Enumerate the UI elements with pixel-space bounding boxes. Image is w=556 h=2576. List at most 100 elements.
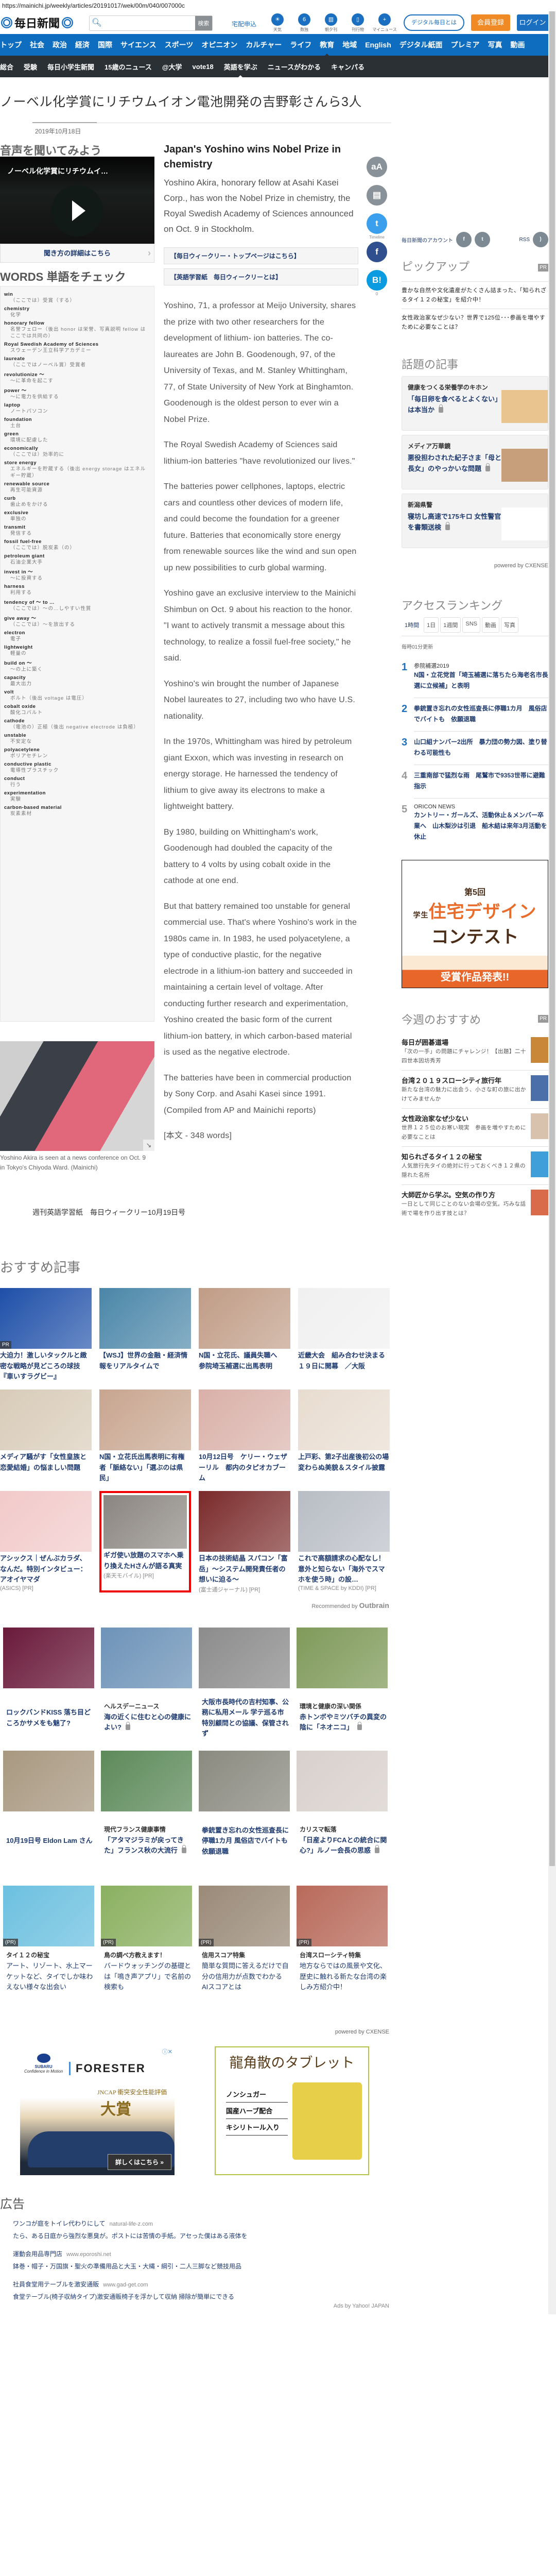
more-article-card[interactable]: 現代フランス健康事情 「アタマジラミが戻ってきた」フランス秋の大流行 [101,1751,192,1886]
font-size-button[interactable]: aA [367,157,387,177]
weekly-item[interactable]: 女性政治家なぜ少ない 世界１２５位のお寒い現実 参画を増やすために必要なことは [402,1108,548,1146]
topic-card[interactable]: メディア万華鏡 悪役担わされた紀子さま「母と長女」のやっかいな問題 [402,435,548,489]
nav-item[interactable]: スポーツ [165,40,194,50]
ranking-tab[interactable]: 1週間 [440,617,461,633]
subnav-item[interactable]: 15歳のニュース [105,62,152,72]
ranking-item[interactable]: 4 三重南部で猛烈な雨 尾鷲市で9353世帯に避難指示 [402,765,548,798]
nav-item[interactable]: 写真 [488,40,502,50]
weekly-item[interactable]: 毎日が囲碁道場 「次の一手」の問題にチャレンジ！【出題】二十四世本因坊秀芳 [402,1032,548,1070]
audio-player[interactable]: ノーベル化学賞にリチウムイ… [0,157,154,244]
logo[interactable]: 毎日新聞 [1,14,74,31]
nav-item[interactable]: オピニオン [201,40,237,50]
scrollbar-thumb[interactable] [549,11,555,1866]
weekly-item[interactable]: 台湾２０１９スローシティ旅行年 新たな台湾の魅力に出会う、小さな町の旅に出かけてみ… [402,1070,548,1108]
outbrain-credit[interactable]: Recommended by Outbrain [288,1601,389,1609]
more-article-card[interactable]: ロックバンドKISS 落ち目どころかサメをも魅了? [3,1628,94,1751]
ryukakusan-ad[interactable]: 龍角散のタブレット ノンシュガー 国産ハーブ配合 キシリトール入り [215,2046,369,2175]
more-article-card[interactable]: (PR) 信用スコア特集 簡単な質問に答えるだけで自分の信用力が点数でわかる AIス… [199,1886,290,2009]
ranking-tab[interactable]: SNS [462,617,480,633]
listening-guide-link[interactable]: 聞き方の詳細はこちら [0,244,154,263]
text-ad-desc[interactable]: 食堂テーブル(椅子収納タイプ)激安通販椅子を浮かして収納 掃除が簡単にできる [13,2291,391,2303]
topic-card[interactable]: 新潟県警 寝坊し高速で175キロ 女性警官を書類送検 [402,494,548,548]
nav-item[interactable]: 地域 [342,40,357,50]
subnav-item[interactable]: キャンパる [331,62,364,72]
twitter-icon[interactable]: t [367,213,387,234]
ads-by-yahoo[interactable]: Ads by Yahoo! JAPAN [288,2303,389,2309]
ad-cta-button[interactable]: 詳しくはこちら » [107,2154,171,2170]
subnav-item[interactable]: 英語を学ぶ [224,62,257,79]
nav-item[interactable]: サイエンス [120,40,157,50]
scrollbar[interactable] [548,11,556,2314]
search-input[interactable] [103,16,195,30]
address-bar[interactable]: https://mainichi.jp/weekly/articles/2019… [0,0,556,11]
contest-banner[interactable]: 第5回 学生住宅デザイン コンテスト 受賞作品発表!! [402,860,548,988]
more-article-card[interactable]: ヘルスデーニュース 海の近くに住むと心の健康によい? [101,1628,192,1751]
recommended-card[interactable]: 【WSJ】世界の金融・経済情報をリアルタイムで [99,1288,191,1389]
more-article-card[interactable]: 環境と健康の深い関係 赤トンボやミツバチの異変の陰に「ネオニコ」 [297,1628,388,1751]
topic-card[interactable]: 健康をつくる栄養学のキホン 「毎日卵を食べるとよくない」は本当か [402,376,548,431]
more-article-card[interactable]: 拳銃置き忘れの女性巡査長に停職1カ月 風俗店でバイトも 依願退職 [199,1751,290,1886]
article-photo[interactable]: ↘ [0,1041,154,1151]
print-icon[interactable]: ▤ [367,185,387,206]
tool-my-news[interactable]: + マイニュース [372,13,397,32]
hatena-bookmark-button[interactable]: B! [367,270,387,291]
text-ad-title[interactable]: ワンコが庭をトイレ代わりにして natural-life-z.com [13,2218,391,2230]
text-ad-title[interactable]: 社員食堂用テーブルを激安通販 www.gad-get.com [13,2279,391,2291]
register-button[interactable]: 会員登録 [471,14,510,31]
expand-icon[interactable]: ↘ [143,1140,154,1151]
nav-item[interactable]: プレミア [451,40,480,50]
recommended-card[interactable]: 上戸彩、第2子出産後初公の場 変わらぬ美貌＆スタイル披露 [298,1389,395,1491]
text-ad-desc[interactable]: 鉢巻・帽子・万国旗・聖火の準備用品と大玉・大縄・綱引・二人三脚など競技用品 [13,2261,391,2273]
nav-item[interactable]: English [365,41,391,49]
recommended-card[interactable]: ギガ使い放題のスマホへ乗り換えたHさんが語る真実 (楽天モバイル) [PR] [99,1491,191,1592]
ranking-tab[interactable]: 1時間 [402,617,422,633]
twitter-icon[interactable]: t [475,232,490,247]
recommended-card[interactable]: 10月12日号 ケリー・ウェザーリル 都内のタピオカブーム [199,1389,290,1491]
recommended-card[interactable]: これで高額請求の心配なし！意外と知らない「海外でスマホを使う時」の設… (TIME… [298,1491,390,1592]
search-button[interactable]: 検索 [195,16,212,30]
recommended-card[interactable]: 日本の技術結晶 スパコン「富岳」～システム開発責任者の想いに迫る～ (富士通ジャー… [199,1491,290,1593]
digital-mainichi-button[interactable]: デジタル毎日とは [404,14,464,31]
ranking-tab[interactable]: 1日 [424,617,439,633]
nav-item[interactable]: 国際 [98,40,112,50]
ranking-item[interactable]: 1 参院補選2019 N国・立花党首「埼玉補選に落ちたら海老名市長選に立候補」と表明 [402,656,548,698]
weekly-top-link[interactable]: 【毎日ウィークリー・トップページはこちら】 [164,247,358,264]
tool-newspaper[interactable]: ▥ 朝夕刊 [321,13,341,32]
nav-item[interactable]: 社会 [30,40,44,50]
rss-label[interactable]: RSS [519,237,530,243]
ranking-tab[interactable]: 動画 [482,617,499,633]
subnav-item[interactable]: vote18 [193,63,214,71]
nav-item[interactable]: カルチャー [246,40,282,50]
nav-item[interactable]: デジタル紙面 [399,40,443,50]
facebook-icon[interactable]: f [456,232,472,247]
tool-weather[interactable]: ☀ 天気 [268,13,287,32]
facebook-icon[interactable]: f [367,242,387,262]
play-icon[interactable] [51,185,103,236]
login-button[interactable]: ログイン [517,14,548,31]
tool-sudoku[interactable]: 6 数独 [294,13,314,32]
nav-item[interactable]: ライフ [290,40,311,50]
ranking-item[interactable]: 2 拳銃置き忘れの女性巡査長に停職1カ月 風俗店でバイトも 依願退職 [402,698,548,731]
more-article-card[interactable]: (PR) 鳥の調べ方教えます！ バードウォッチングの基礎とは「鳴き声アプリ」で名前の… [101,1886,192,2009]
ranking-tab[interactable]: 写真 [501,617,518,633]
ranking-item[interactable]: 3 山口組ナンバー2出所 暴力団の勢力図、塗り替わる可能性も [402,731,548,765]
more-article-card[interactable]: 大阪市長時代の吉村知事、公務に私用メール 学テ巡る市特別顧問との協議、保管されず [199,1628,290,1751]
ranking-item[interactable]: 5 ORICON NEWS カントリー・ガールズ、活動休止＆メンバー卒業へ 山木梨沙… [402,798,548,849]
nav-item[interactable]: 教育 [320,40,334,57]
subnav-item[interactable]: 受験 [24,62,37,72]
pickup-item[interactable]: 女性政治家なぜ少ない？世界で125位･･･参画を増やすために必要なことは？ [402,309,548,336]
recommended-card[interactable]: 近畿大会 組み合わせ決まる １９日に開幕 ／大阪 [298,1288,392,1389]
recommended-card[interactable]: アシックス｜ぜんぶカラダ、なんだ。特別インタビュー：アオイヤマダ (ASICS) … [0,1491,92,1592]
recommended-card[interactable]: N国・立花氏出馬表明に有権者「脈絡ない」「選ぶのは県民」 [99,1389,191,1491]
more-article-card[interactable]: (PR) 台湾スローシティ特集 地方ならではの風景や文化、歴史に触れる新たな台湾の楽… [297,1886,388,2009]
recommended-card[interactable]: PR 大迫力！激しいタックルと緻密な戦略が見どころの球技『車いすラグビー』 [0,1288,92,1389]
more-article-card[interactable]: カリスマ転落 「日産よりFCAとの統合に関心?」ルノー会長の思惑 [297,1751,388,1886]
pickup-item[interactable]: 豊かな自然や文化遺産がたくさん詰まった、「知られざるタイ１２の秘宝」を紹介中！ [402,281,548,309]
nav-item[interactable]: トップ [0,40,22,50]
subnav-item[interactable]: ニュースがわかる [268,62,321,72]
ad-info-close-icon[interactable]: ⓘ✕ [162,2047,172,2056]
recommended-card[interactable]: N国・立花氏、議員失職へ 参院埼玉補選に出馬表明 [199,1288,290,1389]
nav-item[interactable]: 経済 [75,40,90,50]
tool-book[interactable]: ▯ 刊行物 [348,13,368,32]
more-article-card[interactable]: 10月19日号 Eldon Lam さん [3,1751,94,1886]
